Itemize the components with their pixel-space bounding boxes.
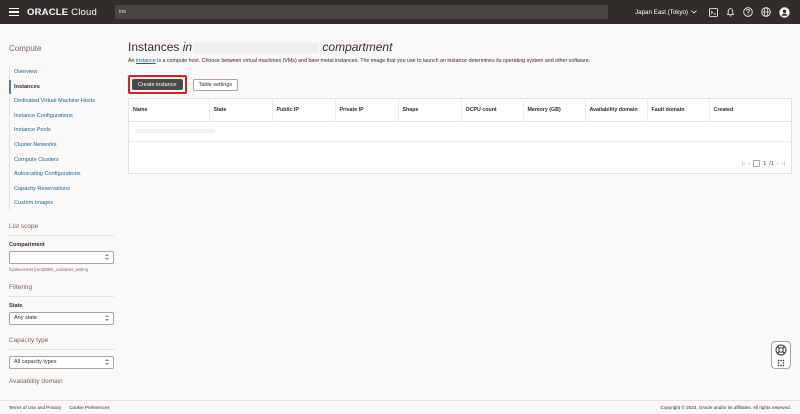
pagination: |‹ ‹ 1/1 › ›| bbox=[742, 160, 785, 167]
sidebar-item-instances[interactable]: Instances bbox=[9, 79, 120, 95]
column-header-availability-domain[interactable]: Availability domain bbox=[585, 99, 648, 122]
list-scope-heading: List scope bbox=[9, 222, 39, 230]
page-current: 1 bbox=[763, 160, 767, 167]
create-instance-button[interactable]: Create instance bbox=[132, 79, 183, 90]
chevron-up-down-icon bbox=[105, 315, 109, 322]
sidebar: Compute Overview Instances Dedicated Vir… bbox=[0, 24, 120, 400]
redacted-compartment-name bbox=[193, 42, 319, 53]
profile-icon[interactable] bbox=[779, 6, 790, 18]
bell-icon[interactable] bbox=[726, 7, 735, 17]
sidebar-nav: Overview Instances Dedicated Virtual Mac… bbox=[9, 65, 120, 211]
sidebar-item-custom-images[interactable]: Custom Images bbox=[10, 196, 120, 211]
action-buttons: Create instance Table settings bbox=[128, 75, 793, 94]
main-content: Instances in compartment An instance is … bbox=[128, 24, 793, 174]
compartment-label: Compartment bbox=[9, 241, 45, 248]
region-selector[interactable]: Japan East (Tokyo) bbox=[635, 9, 697, 16]
terms-of-use-link[interactable]: Terms of Use and Privacy bbox=[9, 405, 61, 410]
column-header-created[interactable]: Created bbox=[709, 99, 793, 122]
search-bar[interactable] bbox=[114, 5, 608, 19]
divider bbox=[9, 295, 114, 297]
column-header-memory[interactable]: Memory (GB) bbox=[523, 99, 586, 122]
previous-page-icon[interactable]: ‹ bbox=[748, 161, 750, 167]
column-header-shape[interactable]: Shape bbox=[398, 99, 462, 122]
search-input[interactable] bbox=[118, 9, 608, 15]
state-select[interactable]: Any state bbox=[9, 311, 114, 325]
chevron-down-icon bbox=[691, 10, 697, 14]
column-header-fault-domain[interactable]: Fault domain bbox=[647, 99, 710, 122]
grid-dots-icon bbox=[777, 359, 785, 366]
sidebar-item-compute-clusters[interactable]: Compute Clusters bbox=[10, 153, 120, 168]
page-title: Instances in compartment bbox=[128, 40, 393, 54]
sidebar-item-dedicated-vm-hosts[interactable]: Dedicated Virtual Machine Hosts bbox=[10, 94, 120, 109]
table-row bbox=[129, 121, 793, 141]
table-header-row: Name State Public IP Private IP Shape OC… bbox=[129, 99, 793, 122]
top-navigation-bar: ORACLE Cloud Japan East (Tokyo) bbox=[0, 0, 800, 24]
page-description: An instance is a compute host. Choose be… bbox=[128, 58, 591, 64]
state-value: Any state bbox=[14, 315, 37, 322]
sidebar-item-cluster-networks[interactable]: Cluster Networks bbox=[10, 138, 120, 153]
next-page-icon[interactable]: › bbox=[777, 161, 779, 167]
create-instance-highlight: Create instance bbox=[128, 75, 187, 94]
copyright-text: Copyright © 2023, Oracle and/or its affi… bbox=[660, 405, 791, 410]
compartment-path-hint: fcpdirect-test (root)/BBX_customer_testi… bbox=[9, 266, 88, 272]
oracle-cloud-logo[interactable]: ORACLE Cloud bbox=[27, 7, 97, 18]
divider bbox=[9, 348, 114, 350]
help-widget-button[interactable] bbox=[771, 341, 791, 369]
capacity-type-value: All capacity types bbox=[14, 359, 57, 366]
column-header-private-ip[interactable]: Private IP bbox=[335, 99, 399, 122]
filtering-heading: Filtering bbox=[9, 283, 33, 291]
cloud-shell-icon[interactable] bbox=[709, 7, 718, 17]
chevron-up-down-icon bbox=[105, 254, 109, 261]
first-page-icon[interactable]: |‹ bbox=[742, 161, 745, 167]
sidebar-item-overview[interactable]: Overview bbox=[10, 65, 120, 80]
globe-icon[interactable] bbox=[761, 7, 771, 17]
column-header-name[interactable]: Name bbox=[129, 99, 210, 122]
column-header-ocpu-count[interactable]: OCPU count bbox=[461, 99, 524, 122]
redacted-row-content bbox=[135, 129, 215, 133]
sidebar-item-autoscaling-configurations[interactable]: Autoscaling Configurations bbox=[10, 167, 120, 182]
chevron-up-down-icon bbox=[105, 359, 109, 366]
page-total: /1 bbox=[769, 160, 774, 167]
capacity-type-heading: Capacity type bbox=[9, 336, 49, 344]
instances-table: Name State Public IP Private IP Shape OC… bbox=[128, 98, 793, 174]
table-settings-button[interactable]: Table settings bbox=[192, 78, 239, 91]
footer: Terms of Use and Privacy Cookie Preferen… bbox=[0, 400, 800, 414]
cookie-preferences-link[interactable]: Cookie Preferences bbox=[69, 405, 109, 410]
divider bbox=[9, 234, 114, 236]
region-label: Japan East (Tokyo) bbox=[635, 8, 688, 16]
availability-domain-heading: Availability domain bbox=[9, 377, 63, 385]
help-icon[interactable] bbox=[743, 7, 753, 17]
column-header-public-ip[interactable]: Public IP bbox=[272, 99, 336, 122]
sidebar-item-instance-pools[interactable]: Instance Pools bbox=[10, 123, 120, 138]
compartment-select[interactable] bbox=[9, 250, 114, 264]
page-number-input[interactable] bbox=[753, 160, 761, 167]
last-page-icon[interactable]: ›| bbox=[782, 161, 785, 167]
sidebar-item-capacity-reservations[interactable]: Capacity Reservations bbox=[10, 182, 120, 197]
lifebuoy-icon bbox=[775, 344, 787, 355]
instance-doc-link[interactable]: instance bbox=[136, 58, 156, 64]
sidebar-heading: Compute bbox=[9, 44, 42, 53]
capacity-type-select[interactable]: All capacity types bbox=[9, 355, 114, 369]
hamburger-menu-icon[interactable] bbox=[9, 8, 19, 16]
column-header-state[interactable]: State bbox=[209, 99, 273, 122]
sidebar-item-instance-configurations[interactable]: Instance Configurations bbox=[10, 109, 120, 124]
state-label: State bbox=[9, 302, 23, 309]
